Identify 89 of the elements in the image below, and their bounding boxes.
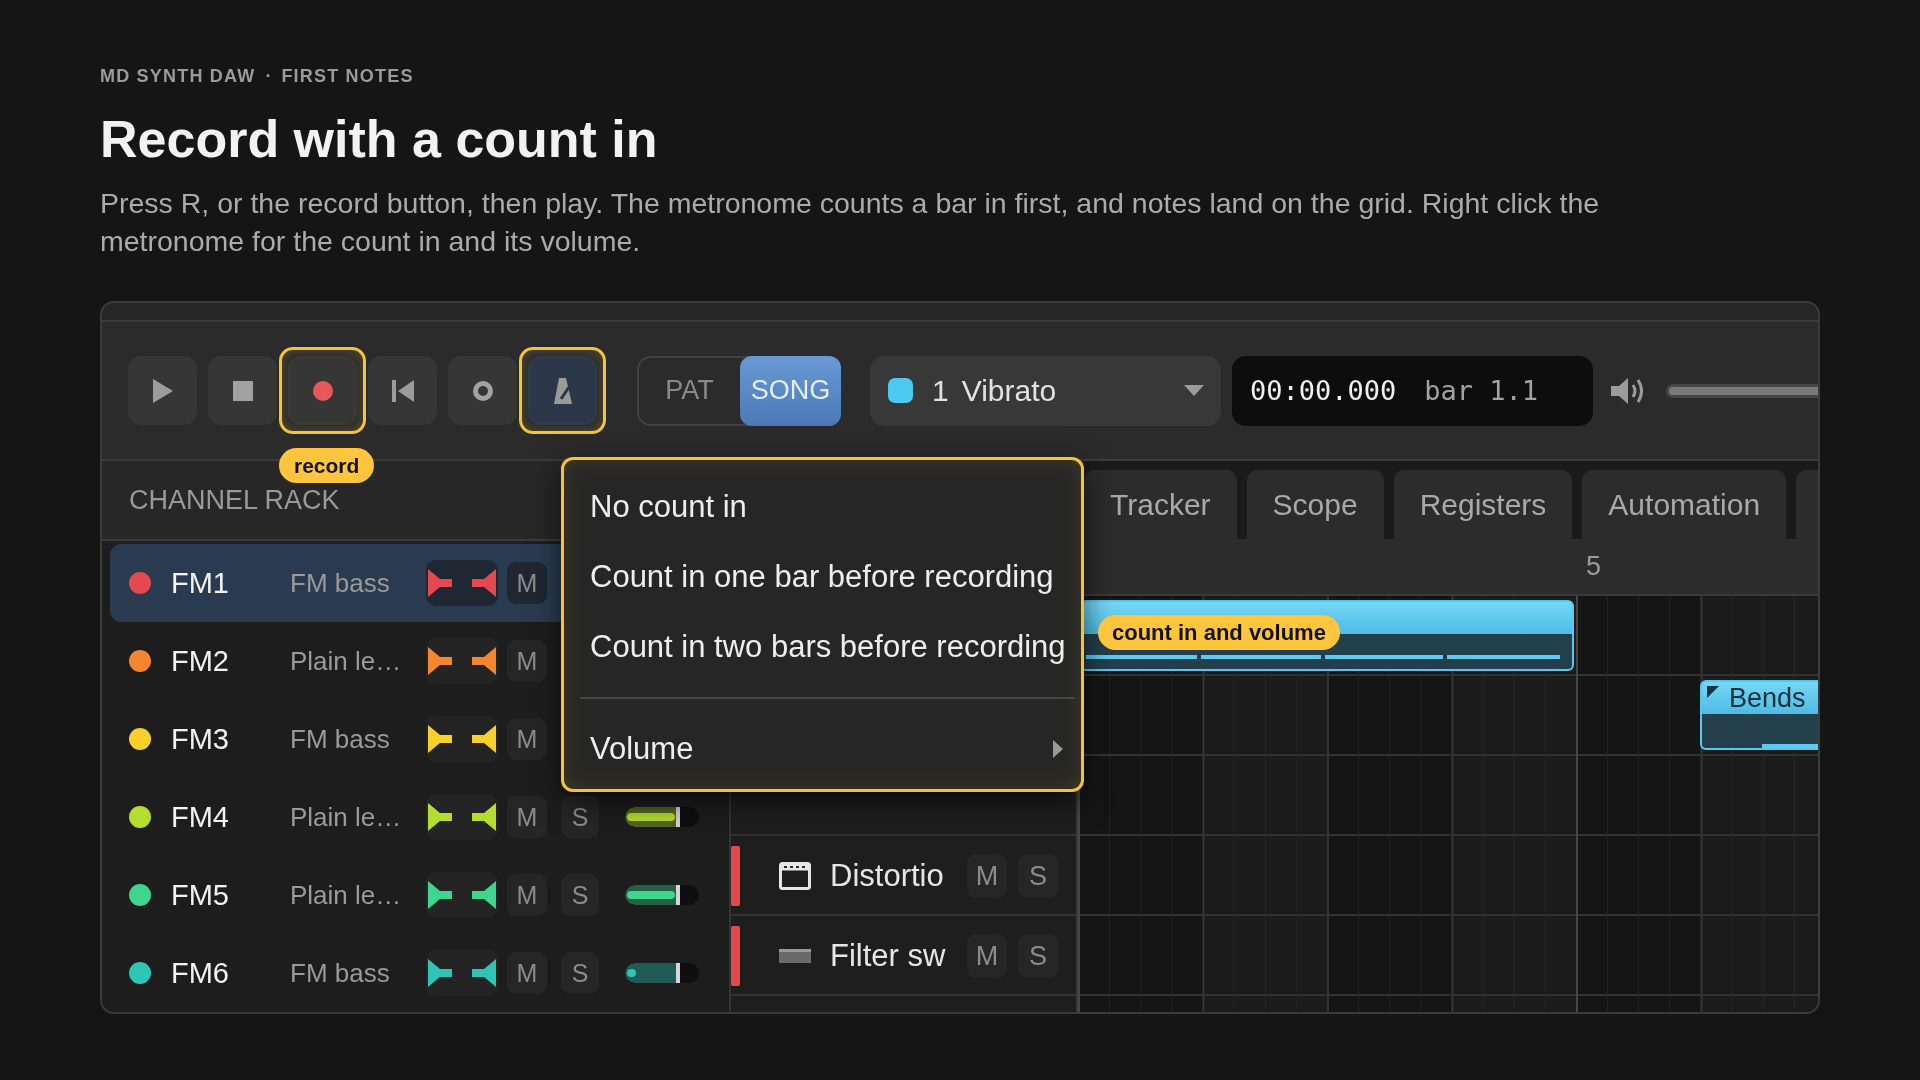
metronome-button[interactable] <box>528 356 597 425</box>
channel-name: FM5 <box>171 878 230 912</box>
record-button[interactable] <box>288 356 357 425</box>
stop-icon <box>232 380 253 401</box>
volume-fader[interactable] <box>625 885 699 905</box>
tab[interactable]: Registers <box>1393 470 1573 539</box>
solo-button[interactable]: S <box>1018 934 1058 978</box>
menu-item[interactable]: No count in <box>564 472 1081 542</box>
record-icon <box>312 380 333 401</box>
mode-tab[interactable]: PAT <box>639 357 740 424</box>
pan-control[interactable] <box>426 950 498 996</box>
right-wedge-icon <box>472 647 496 675</box>
metronome-icon <box>553 377 572 404</box>
callout-badge: record <box>279 448 375 483</box>
right-wedge-icon <box>472 881 496 909</box>
preset-name: Plain le… <box>290 645 403 677</box>
mute-button[interactable]: M <box>507 718 547 760</box>
window-icon <box>779 862 811 890</box>
channel-row[interactable]: FM5 Plain le… M S <box>110 856 729 934</box>
solo-button[interactable]: S <box>561 874 599 916</box>
mute-button[interactable]: M <box>507 952 547 994</box>
pattern-dropdown[interactable]: 1 Vibrato <box>870 355 1221 426</box>
mute-button[interactable]: M <box>507 874 547 916</box>
pan-control[interactable] <box>426 638 498 684</box>
left-wedge-icon <box>428 959 452 987</box>
breadcrumb-item: FIRST NOTES <box>281 65 414 87</box>
skip-back-icon <box>391 379 414 402</box>
channel-name: FM6 <box>171 956 230 990</box>
right-wedge-icon <box>472 569 496 597</box>
preset-name: FM bass <box>290 723 391 755</box>
bar-position: bar 1.1 <box>1424 375 1539 406</box>
note-bar <box>1762 744 1818 748</box>
play-button[interactable] <box>128 356 197 425</box>
left-wedge-icon <box>428 803 452 831</box>
solo-button[interactable]: S <box>561 952 599 994</box>
solo-button[interactable]: S <box>561 796 599 838</box>
track-name: Filter sw <box>830 938 947 974</box>
right-wedge-icon <box>472 725 496 753</box>
time-readout: 00:00.000 <box>1250 375 1397 406</box>
stop-button[interactable] <box>208 356 277 425</box>
play-icon <box>152 378 173 403</box>
pan-control[interactable] <box>426 794 498 840</box>
left-wedge-icon <box>428 647 452 675</box>
pattern-clip[interactable]: Bends <box>1700 680 1818 750</box>
track-name: Distortio <box>830 858 945 894</box>
left-wedge-icon <box>428 725 452 753</box>
volume-fader[interactable] <box>625 963 699 983</box>
breadcrumb-separator: · <box>265 65 272 87</box>
volume-fader[interactable] <box>625 807 699 827</box>
caret-icon <box>1184 385 1204 396</box>
ring-icon <box>472 380 493 401</box>
mute-button[interactable]: M <box>507 640 547 682</box>
panel-title: CHANNEL RACK <box>129 484 340 516</box>
pan-control[interactable] <box>426 872 498 918</box>
tab[interactable]: Automation <box>1582 470 1787 539</box>
mute-button[interactable]: M <box>967 934 1007 978</box>
mute-button[interactable]: M <box>507 796 547 838</box>
mode-tab[interactable]: SONG <box>740 355 841 426</box>
right-wedge-icon <box>472 959 496 987</box>
preset-name: Plain le… <box>290 801 403 833</box>
callout-badge: count in and volume <box>1098 615 1340 650</box>
mute-button[interactable]: M <box>507 562 547 604</box>
preset-name: FM bass <box>290 957 391 989</box>
page-title: Record with a count in <box>100 109 659 169</box>
tab[interactable]: Scope <box>1246 470 1384 539</box>
corner-marker-icon <box>1707 686 1719 698</box>
pan-control[interactable] <box>426 716 498 762</box>
channel-name: FM3 <box>171 722 230 756</box>
clip-title: Bends <box>1729 682 1806 714</box>
breadcrumb-item: MD SYNTH DAW <box>100 65 256 87</box>
page-description: Press R, or the record button, then play. The metronome counts a bar in first, and notes land on the grid. Right click the metronome for the count in and its volume. <box>100 186 1601 259</box>
channel-row[interactable]: FM6 FM bass M S <box>110 934 729 1012</box>
channel-name: FM1 <box>171 566 230 600</box>
channel-name: FM4 <box>171 800 230 834</box>
speaker-icon[interactable] <box>1611 375 1645 406</box>
preset-name: FM bass <box>290 567 391 599</box>
channel-name: FM2 <box>171 644 230 678</box>
circle-button[interactable] <box>448 356 517 425</box>
bar-icon <box>779 949 811 963</box>
left-wedge-icon <box>428 569 452 597</box>
tab[interactable]: Tracker <box>1084 470 1237 539</box>
solo-button[interactable]: S <box>1018 854 1058 898</box>
skip-back-button[interactable] <box>368 356 437 425</box>
ruler-number: 5 <box>1586 551 1602 582</box>
preset-name: Plain le… <box>290 879 403 911</box>
caret-icon <box>1053 740 1063 758</box>
left-wedge-icon <box>428 881 452 909</box>
right-wedge-icon <box>472 803 496 831</box>
mute-button[interactable]: M <box>967 854 1007 898</box>
